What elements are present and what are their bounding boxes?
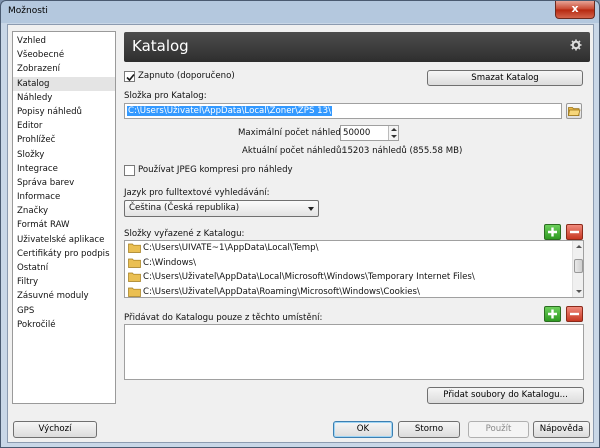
chevron-down-icon [308, 207, 314, 211]
sidebar-item[interactable]: Prohlížeč [13, 133, 115, 147]
scroll-thumb[interactable] [574, 259, 583, 273]
help-button[interactable]: Nápověda [533, 421, 590, 438]
folder-path: C:\Users\UIVATE~1\AppData\Local\Temp\ [143, 243, 319, 253]
excluded-label: Složky vyřazené z Katalogu: [124, 229, 245, 239]
enabled-label: Zapnuto (doporučeno) [138, 71, 235, 81]
section-header: Katalog [124, 32, 590, 62]
remove-location-button[interactable] [566, 306, 583, 322]
add-files-button[interactable]: Přidat soubory do Katalogu... [427, 387, 584, 404]
window-title: Možnosti [8, 6, 48, 16]
list-item[interactable]: C:\Users\Uživatel\AppData\Local\Microsof… [125, 270, 583, 285]
close-button[interactable]: x [555, 1, 595, 19]
sidebar-item[interactable]: Zobrazení [13, 62, 115, 76]
list-item[interactable]: C:\Windows\ [125, 256, 583, 271]
page-title: Katalog [132, 37, 189, 55]
current-thumbs-label: Aktuální počet náhledů: [242, 146, 345, 156]
options-window: Možnosti x Vzhled Všeobecné Zobrazení Katal… [0, 0, 600, 448]
minus-icon [570, 312, 579, 316]
scroll-up-icon[interactable] [576, 245, 582, 248]
category-list[interactable]: Vzhled Všeobecné Zobrazení Katalog Náhledy Po… [12, 31, 116, 404]
folder-icon [128, 287, 141, 297]
sidebar-item[interactable]: Filtry [13, 275, 115, 289]
sidebar-item[interactable]: Editor [13, 119, 115, 133]
folder-open-icon [568, 107, 581, 116]
cancel-button[interactable]: Storno [398, 421, 460, 438]
sidebar-item[interactable]: GPS [13, 304, 115, 318]
remove-excluded-button[interactable] [566, 224, 583, 240]
sidebar-item[interactable]: Vzhled [13, 34, 115, 48]
sidebar-item[interactable]: Ostatní [13, 261, 115, 275]
sidebar-item[interactable]: Pokročilé [13, 318, 115, 332]
excluded-folders-list[interactable]: C:\Users\UIVATE~1\AppData\Local\Temp\ C:\… [124, 240, 584, 298]
sidebar-item[interactable]: Značky [13, 204, 115, 218]
default-button[interactable]: Výchozí [13, 421, 97, 438]
sidebar-item[interactable]: Informace [13, 190, 115, 204]
browse-folder-button[interactable] [566, 103, 582, 119]
folder-icon [128, 272, 141, 282]
sidebar-item[interactable]: Správa barev [13, 176, 115, 190]
add-excluded-button[interactable] [544, 224, 561, 240]
folder-path: C:\Users\Uživatel\AppData\Roaming\Micros… [143, 286, 420, 297]
gear-icon[interactable] [570, 39, 582, 51]
list-item[interactable]: C:\Users\Uživatel\AppData\Roaming\Micros… [125, 285, 583, 298]
folder-label: Složka pro Katalog: [124, 91, 207, 101]
catalog-folder-value: C:\Users\Uživatel\AppData\Local\Zoner\ZP… [127, 106, 332, 116]
sidebar-item[interactable]: Náhledy [13, 91, 115, 105]
title-bar[interactable]: Možnosti x [1, 1, 599, 23]
spin-buttons[interactable] [388, 126, 398, 140]
checkmark-icon [126, 73, 135, 82]
language-value: Čeština (Česká republika) [129, 203, 240, 213]
minus-icon [570, 230, 579, 234]
catalog-folder-field[interactable]: C:\Users\Uživatel\AppData\Local\Zoner\ZP… [124, 103, 562, 119]
sidebar-item[interactable]: Popisy náhledů [13, 105, 115, 119]
max-thumbs-label: Maximální počet náhledů: [238, 128, 350, 138]
folder-path: C:\Windows\ [143, 257, 197, 268]
language-label: Jazyk pro fulltextové vyhledávání: [124, 188, 270, 198]
jpeg-checkbox[interactable] [124, 165, 135, 176]
sidebar-item[interactable]: Zásuvné moduly [13, 289, 115, 303]
sidebar-item[interactable]: Certifikáty pro podpis [13, 247, 115, 261]
scroll-down-icon[interactable] [576, 290, 582, 293]
plus-icon [548, 309, 557, 319]
folder-icon [128, 258, 141, 268]
dialog-client: Vzhled Všeobecné Zobrazení Katalog Náhledy Po… [7, 24, 594, 443]
sidebar-item[interactable]: Uživatelské aplikace [13, 233, 115, 247]
spin-down-icon[interactable] [389, 133, 398, 140]
language-select[interactable]: Čeština (Česká republika) [124, 200, 319, 217]
folder-path: C:\Users\Uživatel\AppData\Local\Microsof… [143, 272, 475, 282]
sidebar-item[interactable]: Katalog [13, 76, 115, 91]
enabled-checkbox[interactable] [124, 71, 135, 82]
current-thumbs-value: 15203 náhledů (855.58 MB) [342, 146, 463, 156]
spin-up-icon[interactable] [389, 126, 398, 133]
max-thumbs-value: 50000 [343, 128, 371, 138]
sidebar-item[interactable]: Integrace [13, 162, 115, 176]
max-thumbs-stepper[interactable]: 50000 [340, 125, 399, 141]
jpeg-label: Používat JPEG kompresi pro náhledy [138, 165, 293, 175]
close-icon: x [571, 2, 579, 15]
include-locations-list[interactable] [124, 324, 584, 380]
ok-button[interactable]: OK [333, 421, 393, 438]
sidebar-item[interactable]: Formát RAW [13, 218, 115, 232]
add-location-button[interactable] [544, 306, 561, 322]
plus-icon [548, 227, 557, 237]
delete-catalog-button[interactable]: Smazat Katalog [427, 70, 583, 86]
sidebar-item[interactable]: Složky [13, 148, 115, 162]
folder-icon [128, 243, 141, 253]
sidebar-item[interactable]: Všeobecné [13, 48, 115, 62]
scrollbar[interactable] [572, 241, 583, 297]
only-from-label: Přidávat do Katalogu pouze z těchto umís… [124, 313, 323, 323]
list-item[interactable]: C:\Users\UIVATE~1\AppData\Local\Temp\ [125, 241, 583, 256]
apply-button[interactable]: Použít [468, 421, 529, 438]
